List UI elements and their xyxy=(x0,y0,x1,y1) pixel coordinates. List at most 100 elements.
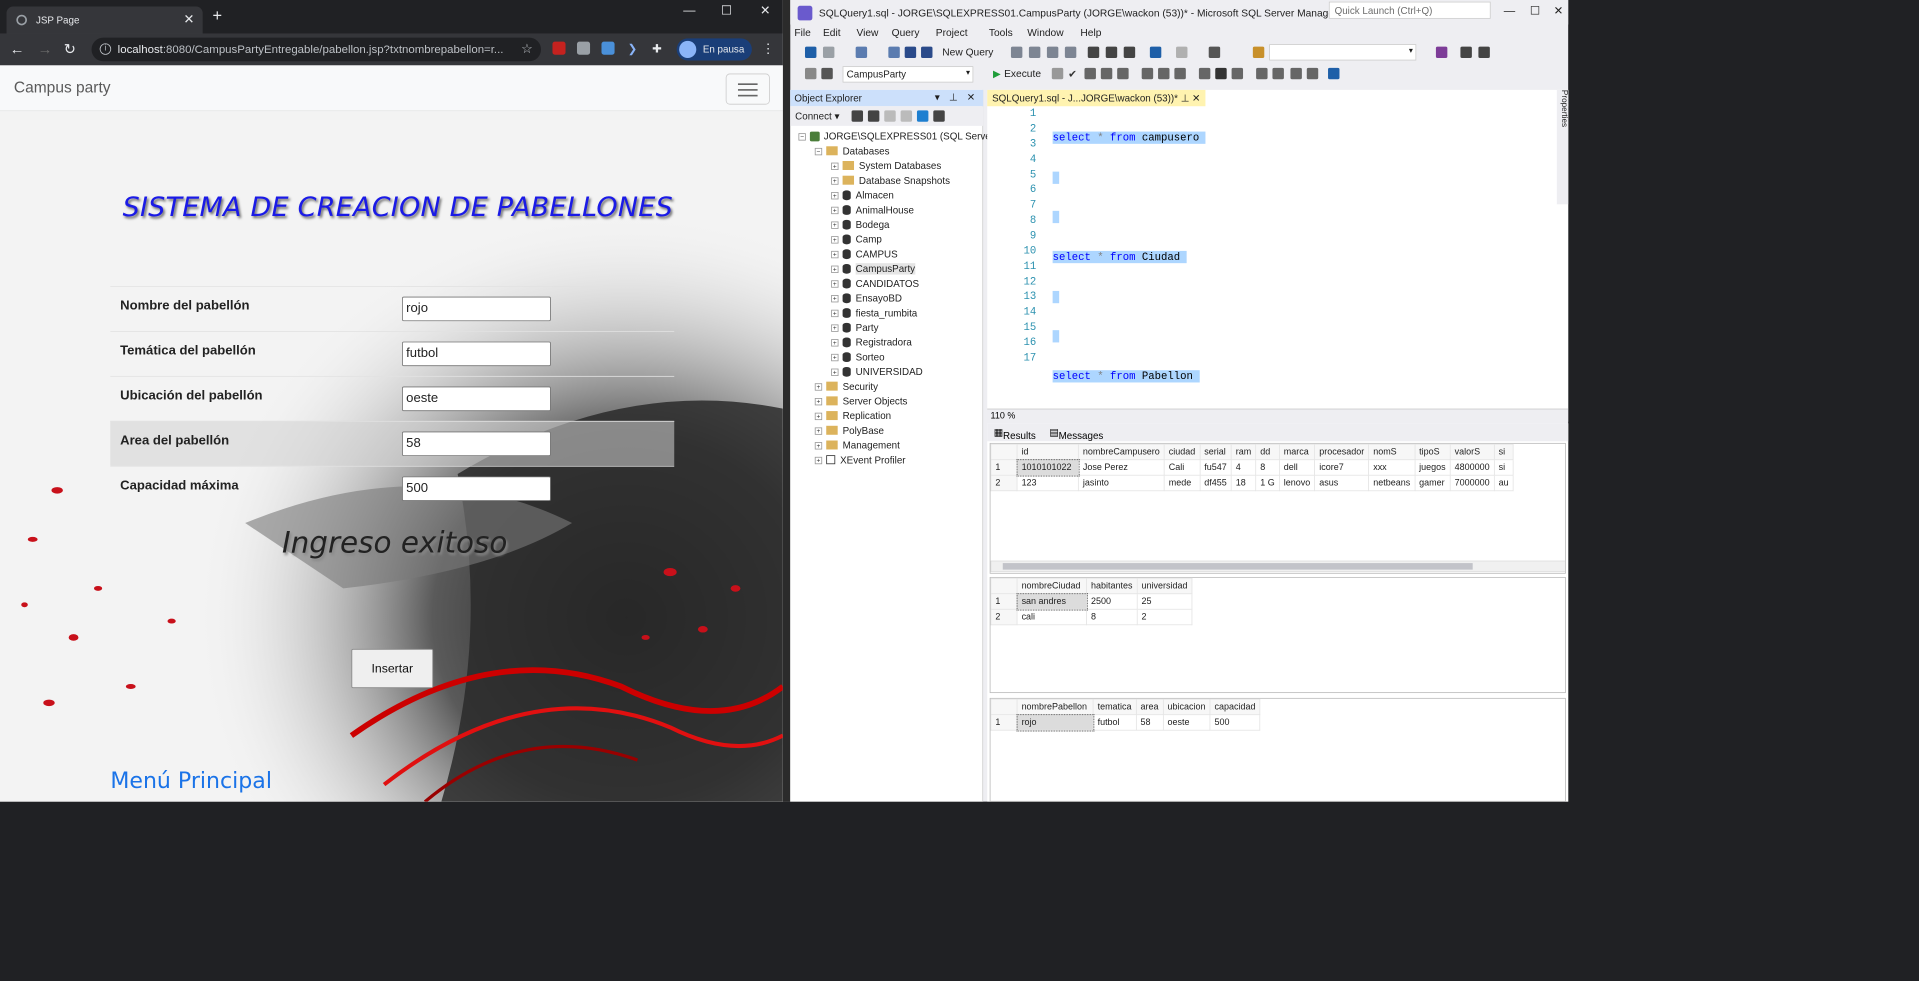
menu-window[interactable]: Window xyxy=(1027,27,1063,38)
tree-databases-node[interactable]: − Databases xyxy=(814,145,889,160)
intellisense-icon[interactable] xyxy=(1117,67,1129,80)
tree-profiler-node[interactable]: + XEvent Profiler xyxy=(814,454,906,469)
query-editor[interactable]: 1 2 3 4 5 6 7 8 9 10 11 12 13 14 15 16 17 select * from … xyxy=(987,89,1569,422)
tree-db-node[interactable]: + Sorteo xyxy=(831,351,885,366)
properties-side-tab[interactable]: Properties xyxy=(1556,89,1569,205)
save-icon[interactable] xyxy=(904,46,917,59)
quick-launch-input[interactable]: Quick Launch (Ctrl+Q) xyxy=(1328,1,1491,19)
info-icon[interactable]: i xyxy=(99,43,112,55)
pabellon-grid[interactable]: nombrePabellon tematica area ubicacion capac… xyxy=(989,697,1566,802)
tab-sqlquery1[interactable]: SQLQuery1.sql - J...JORGE\wackon (53))* … xyxy=(987,89,1206,107)
specify-values-icon[interactable] xyxy=(1328,67,1340,80)
close-window-icon[interactable]: ✕ xyxy=(760,3,770,18)
query-options-icon[interactable] xyxy=(1100,67,1113,80)
tree-db-node[interactable]: + UNIVERSIDAD xyxy=(831,366,923,381)
pane-controls-icon[interactable]: ▾ ⊥ ✕ xyxy=(935,92,978,103)
extension-arrow-icon[interactable]: ❯ xyxy=(628,42,641,55)
campusero-grid[interactable]: id nombreCampusero ciudad serial ram dd marca p… xyxy=(989,442,1566,574)
tree-db-node[interactable]: + Registradora xyxy=(831,337,912,352)
profile-button[interactable]: En pausa xyxy=(676,38,752,61)
tab-messages[interactable]: ▤ Messages xyxy=(1049,427,1103,442)
tab-results[interactable]: ▦ Results xyxy=(994,427,1036,442)
extension-cube-icon[interactable] xyxy=(601,41,615,55)
comment-icon[interactable] xyxy=(1256,67,1268,80)
undo-icon[interactable] xyxy=(1149,46,1162,59)
live-stats-icon[interactable] xyxy=(1158,67,1170,80)
tree-folder-node[interactable]: + Server Objects xyxy=(814,396,907,411)
execute-button[interactable]: ▶ Execute xyxy=(993,67,1041,79)
tools-wrench-icon[interactable] xyxy=(1460,46,1472,59)
stop-icon[interactable] xyxy=(1051,67,1064,80)
tree-db-node[interactable]: + Party xyxy=(831,322,879,337)
nombre-input[interactable] xyxy=(402,296,551,322)
client-stats-icon[interactable] xyxy=(1174,67,1186,80)
browser-tab[interactable]: JSP Page ✕ xyxy=(6,6,203,34)
parse-check-icon[interactable]: ✔ xyxy=(1068,68,1079,80)
uncomment-icon[interactable] xyxy=(1272,67,1284,80)
reload-icon[interactable]: ↻ xyxy=(64,41,76,58)
forward-icon[interactable]: → xyxy=(38,41,53,58)
area-input[interactable] xyxy=(402,431,551,457)
address-bar[interactable]: i localhost:8080/CampusPartyEntregable/p… xyxy=(91,37,542,62)
tree-db-node[interactable]: + AnimalHouse xyxy=(831,204,914,219)
search-combo[interactable] xyxy=(1269,44,1417,61)
connect-dropdown[interactable]: Connect ▾ xyxy=(795,110,839,121)
db-engine-query-icon[interactable] xyxy=(1010,46,1023,59)
sql-code[interactable]: select * from campusero select * from Ci… xyxy=(1052,106,1206,409)
filter-icon[interactable] xyxy=(900,110,913,122)
hamburger-menu-icon[interactable] xyxy=(725,73,770,105)
back-nav-icon[interactable] xyxy=(804,46,817,59)
tree-db-node[interactable]: + CANDIDATOS xyxy=(831,278,919,293)
refresh-icon[interactable] xyxy=(916,110,929,122)
database-select[interactable]: CampusParty xyxy=(842,66,974,83)
tree-db-node[interactable]: + EnsayoBD xyxy=(831,293,902,308)
results-text-icon[interactable] xyxy=(1198,67,1211,80)
copy-icon[interactable] xyxy=(1105,46,1118,59)
tree-folder-node[interactable]: + PolyBase xyxy=(814,425,884,440)
disconnect-icon[interactable] xyxy=(867,110,880,122)
tree-folder-node[interactable]: + Replication xyxy=(814,410,891,425)
activity-icon[interactable] xyxy=(933,110,945,122)
close-window-icon[interactable]: ✕ xyxy=(1554,4,1564,18)
analysis-query-icon[interactable] xyxy=(1028,46,1041,59)
new-project-icon[interactable] xyxy=(855,46,868,59)
minimize-icon[interactable]: — xyxy=(683,3,695,17)
include-plan-icon[interactable] xyxy=(1141,67,1154,80)
navbar-brand[interactable]: Campus party xyxy=(14,79,111,97)
menu-tools[interactable]: Tools xyxy=(989,27,1013,38)
tree-folder-node[interactable]: + Database Snapshots xyxy=(831,175,950,190)
extension-doc-icon[interactable] xyxy=(576,41,591,55)
tree-folder-node[interactable]: + Management xyxy=(814,440,900,455)
mdx-query-icon[interactable] xyxy=(1046,46,1059,59)
close-tab-icon[interactable]: ✕ xyxy=(184,11,195,27)
tree-server-node[interactable]: − JORGE\SQLEXPRESS01 (SQL Server 1 xyxy=(798,131,1002,146)
properties-icon[interactable] xyxy=(1435,46,1448,59)
stop-oe-icon[interactable] xyxy=(884,110,896,122)
insert-button[interactable]: Insertar xyxy=(351,648,434,689)
connect-oe-icon[interactable] xyxy=(851,110,864,122)
minimize-icon[interactable]: — xyxy=(1504,4,1515,17)
paste-icon[interactable] xyxy=(1123,46,1136,59)
main-menu-link[interactable]: Menú Principal xyxy=(110,768,272,793)
toolbox-icon[interactable] xyxy=(1478,46,1490,59)
menu-help[interactable]: Help xyxy=(1080,27,1101,38)
change-connection-icon[interactable] xyxy=(821,67,833,80)
tree-db-node[interactable]: + Almacen xyxy=(831,190,894,205)
zoom-level[interactable]: 110 % xyxy=(987,408,1569,422)
outdent-icon[interactable] xyxy=(1290,67,1302,80)
results-file-icon[interactable] xyxy=(1231,67,1244,80)
menu-query[interactable]: Query xyxy=(892,27,920,38)
kebab-menu-icon[interactable]: ⋮ xyxy=(762,41,775,57)
menu-project[interactable]: Project xyxy=(936,27,968,38)
menu-view[interactable]: View xyxy=(856,27,878,38)
activity-monitor-icon[interactable] xyxy=(1208,46,1221,59)
maximize-icon[interactable]: ☐ xyxy=(1530,4,1540,18)
menu-file[interactable]: File xyxy=(794,27,810,38)
new-query-button[interactable]: New Query xyxy=(942,47,993,58)
bookmark-star-icon[interactable]: ☆ xyxy=(521,41,533,57)
back-icon[interactable]: ← xyxy=(10,41,25,58)
cut-icon[interactable] xyxy=(1087,46,1100,59)
tree-db-node[interactable]: + Camp xyxy=(831,234,882,249)
ubicacion-input[interactable] xyxy=(402,386,551,412)
indent-icon[interactable] xyxy=(1306,67,1319,80)
